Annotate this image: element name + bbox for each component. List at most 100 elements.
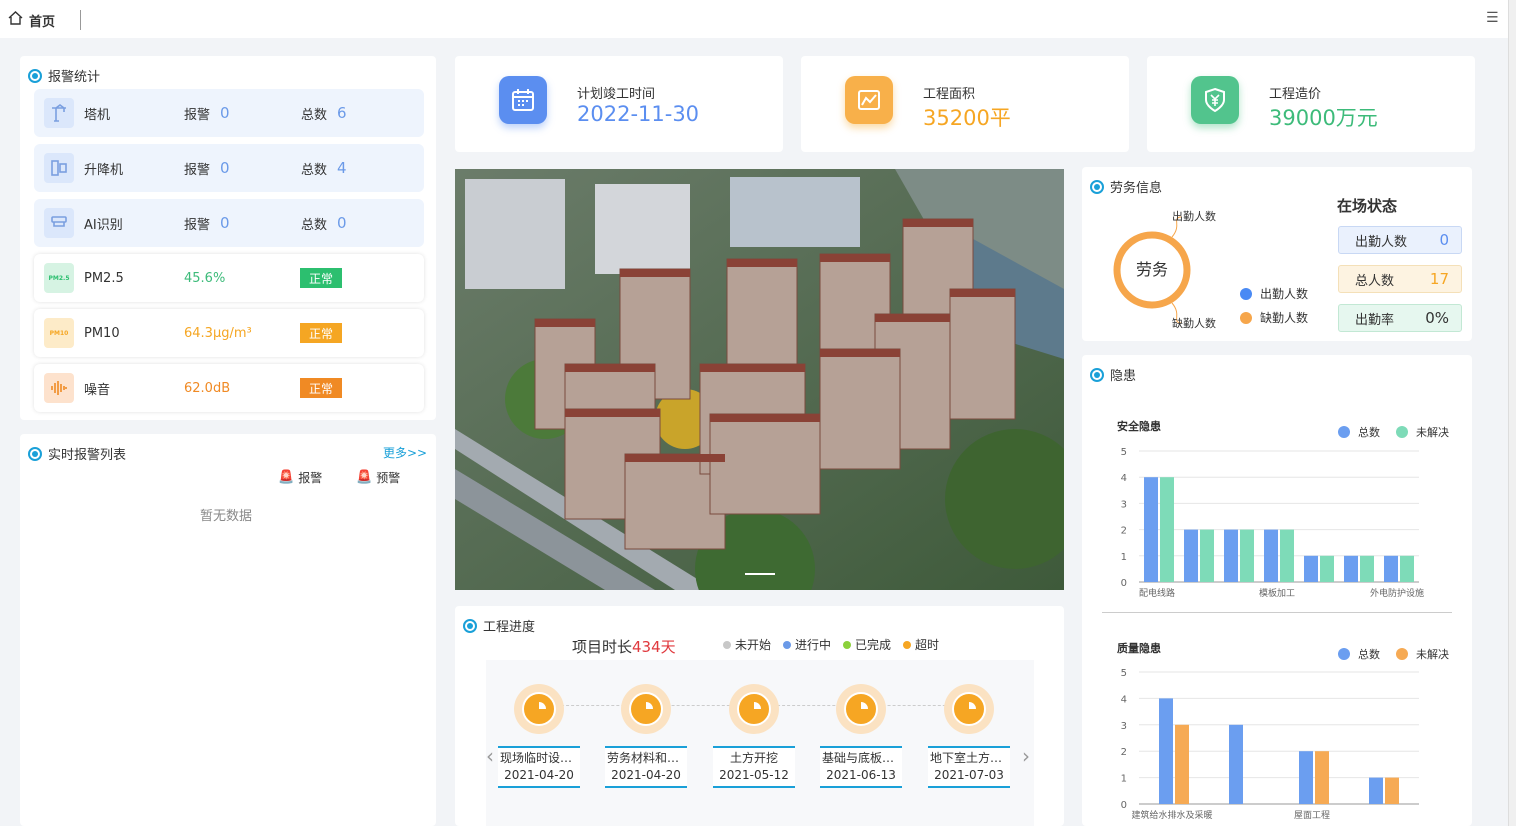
- legend-label-total: 总数: [1358, 647, 1380, 661]
- pointer-label-bottom: 缺勤人数: [1172, 316, 1216, 330]
- legend-label: 未开始: [735, 638, 772, 652]
- safety-hazard-chart: 安全隐患 总数 未解决 0 1 2 3 4 5 配电线路 模板加工 外电防护设施: [1117, 419, 1449, 599]
- y-tick-label: 0: [1121, 800, 1127, 811]
- bar-unresolved: [1400, 555, 1414, 582]
- alarm-stats-title-text: 报警统计: [48, 70, 101, 85]
- section-ring-icon: [1090, 179, 1104, 194]
- elevator-icon: [44, 153, 74, 183]
- bar-unresolved: [1200, 529, 1214, 582]
- bar-total: [1384, 555, 1398, 582]
- y-tick-label: 1: [1121, 552, 1127, 563]
- alarm-count: 0: [220, 104, 230, 122]
- env-name: 噪音: [84, 382, 111, 398]
- status-value: 17: [1429, 270, 1449, 288]
- milestone-box: 基础与底板施工 2021-06-13: [820, 746, 902, 788]
- milestone-box: 地下室土方回填 2021-07-03: [928, 746, 1010, 788]
- duration-prefix: 项目时长: [572, 638, 633, 656]
- legend-absence: 缺勤人数: [1240, 309, 1308, 326]
- x-tick-label: 建筑给水排水及采暖: [1131, 809, 1212, 821]
- alarm-stats-title: 报警统计: [28, 66, 100, 85]
- status-badge: 正常: [300, 268, 342, 288]
- milestone-name: 劳务材料和设备进场: [607, 751, 687, 765]
- alarm-stats-panel: 报警统计 塔机 报警 0 总数 6 升降机 报警 0 总数 4 AI识别 报警 …: [20, 56, 436, 420]
- alarm-label: 报警: [184, 162, 211, 178]
- alarm-label: 报警: [184, 217, 211, 233]
- overdue-clock-icon: [836, 684, 886, 734]
- alarm-siren-icon: 🚨: [278, 470, 295, 485]
- realtime-alarm-title-text: 实时报警列表: [48, 448, 127, 463]
- stat-card-area: 工程面积 35200平: [801, 56, 1129, 152]
- x-tick-label: 屋面工程: [1294, 810, 1330, 821]
- legend-completed: 已完成: [843, 636, 891, 653]
- milestone-date: 2021-04-20: [504, 768, 574, 782]
- device-name: 塔机: [84, 107, 111, 123]
- prev-arrow-icon[interactable]: ‹: [486, 744, 494, 768]
- status-label: 出勤率: [1355, 312, 1395, 328]
- legend-label-unresolved: 未解决: [1416, 425, 1449, 439]
- status-badge: 正常: [300, 378, 342, 398]
- alarm-count: 0: [220, 214, 230, 232]
- total-label: 总数: [301, 217, 328, 233]
- status-rate: 出勤率 0%: [1338, 304, 1462, 332]
- bar-total: [1304, 555, 1318, 582]
- tab-home[interactable]: 首页: [8, 8, 55, 32]
- legend-dot-unresolved: [1396, 648, 1408, 660]
- milestone-box: 劳务材料和设备进场 2021-04-20: [605, 746, 687, 788]
- chart-title: 安全隐患: [1117, 419, 1161, 433]
- device-name: AI识别: [84, 217, 123, 233]
- device-row-tower-crane[interactable]: 塔机 报警 0 总数 6: [34, 89, 424, 137]
- milestone-name: 现场临时设施搭建: [500, 751, 580, 765]
- y-tick-label: 5: [1121, 668, 1127, 679]
- progress-legend: 未开始 进行中 已完成 超时: [723, 636, 939, 653]
- hazard-title: 隐患: [1090, 365, 1136, 384]
- legend-label: 出勤人数: [1260, 287, 1309, 301]
- legend-dot-total: [1338, 426, 1350, 438]
- milestone-box: 现场临时设施搭建 2021-04-20: [498, 746, 580, 788]
- legend-alarm-label: 报警: [298, 471, 323, 485]
- pm10-icon: PM10: [44, 318, 74, 348]
- bar-unresolved: [1360, 555, 1374, 582]
- device-row-elevator[interactable]: 升降机 报警 0 总数 4: [34, 144, 424, 192]
- bar-total: [1184, 529, 1198, 582]
- next-arrow-icon[interactable]: ›: [1022, 744, 1030, 768]
- overdue-clock-icon: [729, 684, 779, 734]
- hamburger-menu-icon[interactable]: ☰: [1486, 10, 1499, 26]
- overdue-clock-icon: [514, 684, 564, 734]
- milestone-date: 2021-06-13: [826, 768, 896, 782]
- page-scrollbar[interactable]: [1508, 0, 1516, 826]
- bar-unresolved: [1315, 751, 1329, 804]
- progress-title: 工程进度: [463, 616, 535, 635]
- legend-not-started: 未开始: [723, 636, 771, 653]
- bar-total: [1144, 477, 1158, 582]
- milestone-track: ‹ › 现场临时设施搭建 2021-04-20 劳务材料和设备进场 2021-0…: [486, 660, 1034, 826]
- alarm-count: 0: [220, 159, 230, 177]
- milestone-date: 2021-05-12: [719, 768, 789, 782]
- section-ring-icon: [28, 68, 42, 83]
- sound-wave-icon: [44, 373, 74, 403]
- legend-in-progress: 进行中: [783, 636, 831, 653]
- legend-warning: 🚨 预警: [356, 469, 400, 486]
- stat-card-cost: 工程造价 39000万元: [1147, 56, 1475, 152]
- section-ring-icon: [28, 446, 42, 461]
- donut-center-label: 劳务: [1136, 260, 1168, 279]
- status-value: 0: [1439, 231, 1449, 249]
- camera-icon: [44, 208, 74, 238]
- y-tick-label: 5: [1121, 447, 1127, 458]
- legend-dot-total: [1338, 648, 1350, 660]
- milestone-date: 2021-07-03: [934, 768, 1004, 782]
- yuan-shield-icon: [1191, 76, 1239, 124]
- stat-value: 35200平: [923, 106, 1011, 130]
- project-carousel[interactable]: [455, 169, 1064, 590]
- device-row-ai[interactable]: AI识别 报警 0 总数 0: [34, 199, 424, 247]
- y-tick-label: 4: [1121, 473, 1127, 484]
- milestone-date: 2021-04-20: [611, 768, 681, 782]
- more-link[interactable]: 更多>>: [383, 444, 427, 461]
- milestone-name: 土方开挖: [729, 751, 778, 765]
- status-label: 出勤人数: [1355, 234, 1408, 250]
- overdue-clock-icon: [944, 684, 994, 734]
- legend-dot-unresolved: [1396, 426, 1408, 438]
- x-tick-label: 模板加工: [1259, 587, 1295, 599]
- status-value: 0%: [1425, 309, 1449, 327]
- hazard-panel: 隐患 安全隐患 总数 未解决 0 1 2 3 4 5 配电线路 模板加工 外电防护设施 质量隐患 总数未…: [1082, 355, 1472, 826]
- total-count: 0: [337, 214, 347, 232]
